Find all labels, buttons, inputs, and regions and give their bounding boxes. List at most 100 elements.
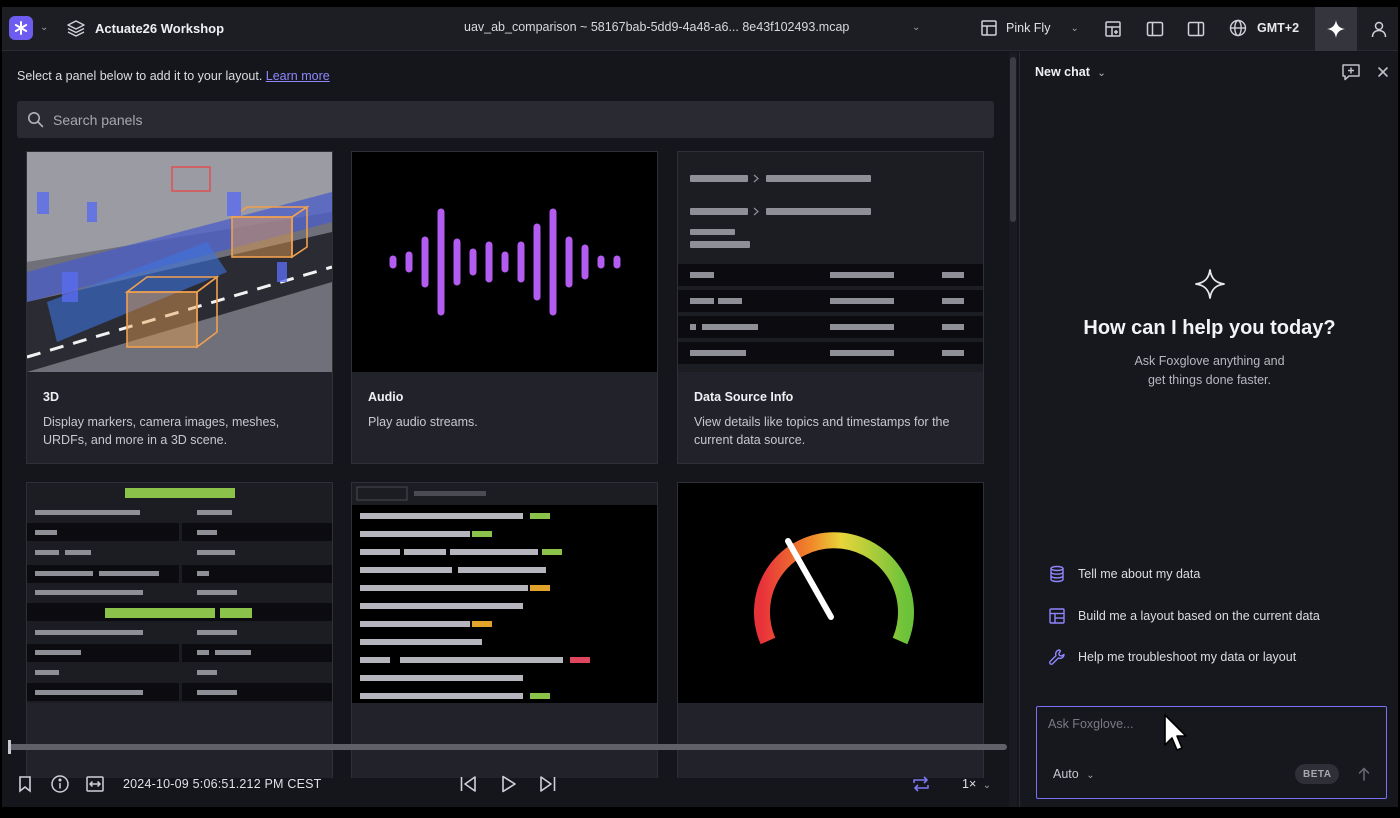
close-chat-button[interactable] — [1372, 61, 1394, 83]
mode-chevron-icon: ⌄ — [1086, 770, 1095, 781]
diagnostics-summary-thumbnail — [352, 483, 657, 703]
panel-search-box[interactable] — [17, 101, 994, 138]
ai-chat-sidebar: New chat ⌄ How can I help you today? Ask… — [1019, 52, 1398, 807]
data-source-info-thumbnail — [678, 152, 983, 372]
workspace-selector[interactable]: Actuate26 Workshop — [66, 18, 224, 38]
panel-card-title: Audio — [368, 390, 404, 404]
layout-selector[interactable]: Pink Fly ⌄ — [980, 19, 1079, 37]
arrow-up-icon — [1358, 767, 1370, 781]
new-chat-icon — [1342, 64, 1360, 81]
learn-more-link[interactable]: Learn more — [266, 69, 330, 83]
repeat-icon — [913, 776, 929, 792]
wrench-icon — [1049, 649, 1065, 665]
database-icon — [1050, 565, 1064, 583]
chat-welcome-subtext: Ask Foxglove anything and get things don… — [1020, 352, 1398, 390]
data-source-chevron-icon[interactable]: ⌄ — [912, 22, 920, 33]
panel-card-description: Play audio streams. — [368, 415, 478, 429]
chat-welcome: How can I help you today? Ask Foxglove a… — [1020, 268, 1398, 390]
bookmark-icon — [19, 776, 31, 793]
loop-button[interactable] — [910, 773, 932, 795]
playback-speed-selector[interactable]: 1× ⌄ — [962, 777, 991, 791]
beta-badge: BETA — [1295, 764, 1340, 784]
sparkle-icon — [1327, 20, 1345, 38]
toggle-right-sidebar-button[interactable] — [1181, 14, 1211, 44]
layers-icon — [67, 20, 85, 37]
fit-range-button[interactable] — [84, 773, 106, 795]
chat-title-chevron-icon: ⌄ — [1097, 68, 1106, 79]
info-button[interactable] — [49, 773, 71, 795]
panel-card-data-source-info[interactable]: Data Source Info View details like topic… — [677, 151, 984, 464]
panel-card-title: Data Source Info — [694, 390, 794, 404]
scrollbar-thumb[interactable] — [1010, 57, 1016, 222]
playback-scrubber-handle[interactable] — [8, 740, 11, 754]
panel-card-3d[interactable]: 3D Display markers, camera images, meshe… — [26, 151, 333, 464]
panel-card-description: Display markers, camera images, meshes, … — [43, 415, 280, 447]
globe-icon — [1229, 19, 1247, 37]
chat-welcome-subtext-line1: Ask Foxglove anything and — [1134, 354, 1285, 368]
hint-text: Select a panel below to add it to your l… — [17, 69, 263, 83]
suggestion-tell-me-about-data[interactable]: Tell me about my data — [1048, 565, 1200, 583]
skip-back-icon — [460, 776, 476, 792]
chat-welcome-subtext-line2: get things done faster. — [1147, 373, 1271, 387]
user-profile-button[interactable] — [1364, 14, 1394, 44]
bookmark-button[interactable] — [14, 773, 36, 795]
skip-forward-icon — [540, 776, 556, 792]
suggestion-troubleshoot[interactable]: Help me troubleshoot my data or layout — [1048, 648, 1296, 666]
panel-card-description: View details like topics and timestamps … — [694, 415, 950, 447]
panel-card-gauge[interactable] — [677, 482, 984, 778]
suggestion-label: Help me troubleshoot my data or layout — [1078, 650, 1297, 664]
right-sidebar-icon — [1187, 21, 1205, 37]
info-icon — [51, 775, 69, 793]
user-icon — [1371, 21, 1387, 38]
panel-grid-scrollbar[interactable] — [1009, 52, 1017, 807]
playback-timestamp[interactable]: 2024-10-09 5:06:51.212 PM CEST — [123, 777, 321, 791]
toggle-left-sidebar-button[interactable] — [1140, 14, 1170, 44]
seek-backward-button[interactable] — [457, 773, 479, 795]
model-mode-selector[interactable]: Auto ⌄ — [1053, 767, 1095, 781]
panel-card-title: 3D — [43, 390, 59, 404]
model-mode-label: Auto — [1053, 767, 1079, 781]
chat-message-input[interactable] — [1048, 717, 1368, 731]
play-icon — [502, 775, 516, 793]
seek-forward-button[interactable] — [537, 773, 559, 795]
asterisk-logo-icon — [14, 21, 28, 35]
timezone-label: GMT+2 — [1257, 21, 1300, 35]
top-bar: ⌄ Actuate26 Workshop uav_ab_comparison ~… — [2, 7, 1398, 51]
panel-grid: 3D Display markers, camera images, meshe… — [2, 148, 1007, 778]
panel-search-input[interactable] — [53, 111, 953, 128]
suggestion-label: Tell me about my data — [1078, 567, 1201, 581]
send-message-button[interactable] — [1354, 764, 1374, 784]
layout-chevron-icon: ⌄ — [1070, 22, 1079, 34]
data-source-selector[interactable]: uav_ab_comparison ~ 58167bab-5dd9-4a48-a… — [464, 20, 849, 34]
add-panel-button[interactable] — [1098, 14, 1128, 44]
new-chat-button[interactable] — [1340, 61, 1362, 83]
timezone-selector[interactable]: GMT+2 — [1228, 18, 1299, 38]
speed-chevron-icon: ⌄ — [982, 780, 992, 791]
chat-welcome-heading: How can I help you today? — [1083, 317, 1336, 339]
data-source-filename: uav_ab_comparison ~ 58167bab-5dd9-4a48-a… — [464, 20, 850, 34]
app-logo-button[interactable] — [9, 16, 33, 40]
playback-timeline[interactable] — [8, 740, 1007, 754]
3d-thumbnail — [27, 152, 332, 372]
chat-composer: Auto ⌄ BETA — [1036, 706, 1387, 799]
chat-title: New chat — [1035, 65, 1090, 79]
sparkle-outline-icon — [1194, 269, 1225, 299]
suggestion-label: Build me a layout based on the current d… — [1078, 609, 1320, 623]
panel-picker-hint: Select a panel below to add it to your l… — [17, 69, 330, 83]
left-sidebar-icon — [1146, 21, 1164, 37]
chat-session-selector[interactable]: New chat ⌄ — [1035, 65, 1106, 79]
panel-card-diagnostics-detail[interactable] — [26, 482, 333, 778]
add-panel-icon — [1105, 21, 1121, 37]
audio-waveform-thumbnail — [352, 152, 657, 372]
ai-assistant-button[interactable] — [1315, 7, 1357, 51]
panel-card-diagnostics-summary[interactable] — [351, 482, 658, 778]
mouse-pointer-icon — [1164, 714, 1187, 751]
workspace-title: Actuate26 Workshop — [95, 20, 225, 36]
app-menu-chevron-icon[interactable]: ⌄ — [40, 22, 48, 33]
play-button[interactable] — [498, 773, 520, 795]
panel-card-audio[interactable]: Audio Play audio streams. — [351, 151, 658, 464]
suggestion-build-layout[interactable]: Build me a layout based on the current d… — [1048, 607, 1320, 625]
diagnostics-detail-thumbnail — [27, 483, 332, 703]
layout-name: Pink Fly — [1006, 21, 1051, 35]
layout-icon — [1049, 608, 1065, 624]
